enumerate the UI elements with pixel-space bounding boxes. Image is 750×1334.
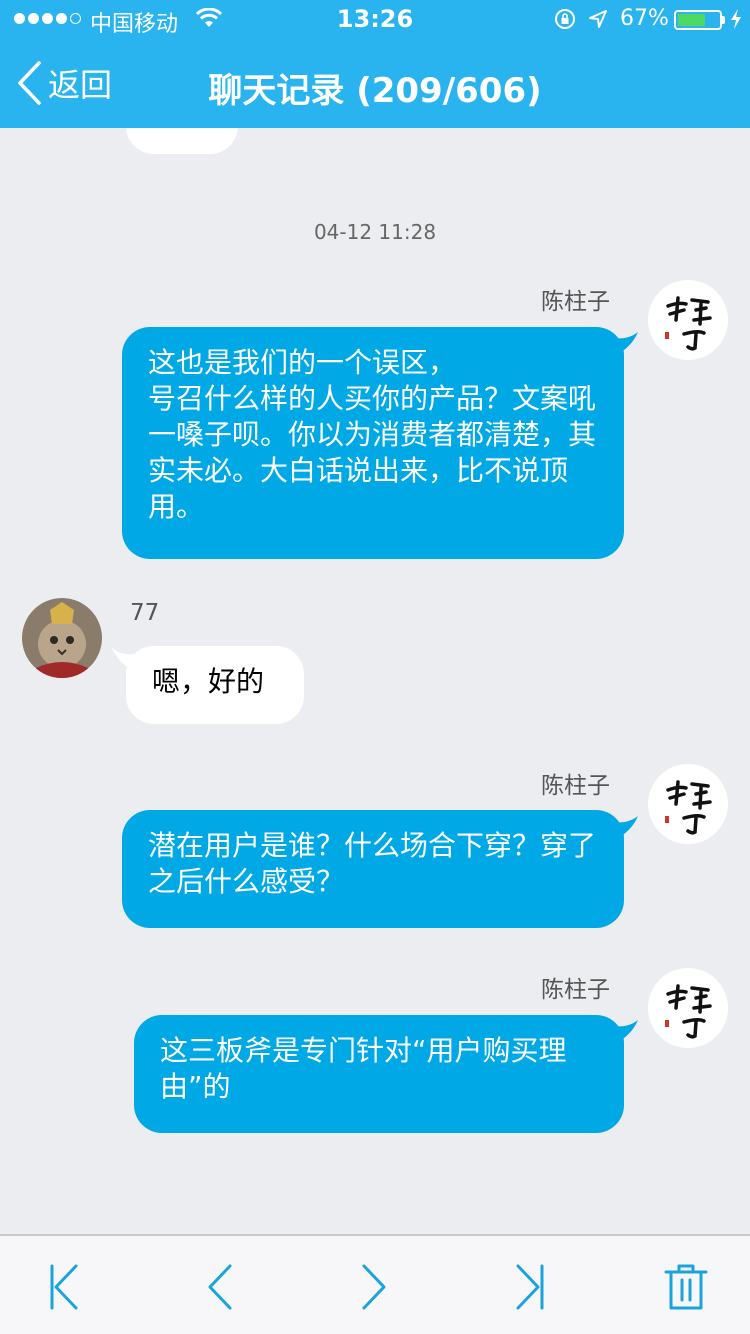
orientation-lock-icon bbox=[555, 9, 575, 29]
message-bubble[interactable]: 这三板斧是专门针对“用户购买理由”的 bbox=[134, 1015, 624, 1133]
avatar[interactable] bbox=[648, 764, 728, 844]
first-page-icon bbox=[50, 1264, 78, 1310]
previous-page-button[interactable] bbox=[196, 1262, 244, 1312]
avatar[interactable] bbox=[648, 280, 728, 360]
calligraphy-avatar-icon bbox=[648, 280, 728, 360]
trash-icon bbox=[664, 1264, 708, 1310]
sender-name: 77 bbox=[130, 600, 160, 626]
battery-percent: 67% bbox=[620, 6, 669, 31]
next-page-icon bbox=[362, 1264, 386, 1310]
sender-name: 陈柱子 bbox=[541, 289, 610, 315]
calligraphy-avatar-icon bbox=[648, 968, 728, 1048]
battery-icon bbox=[674, 10, 722, 30]
sender-name: 陈柱子 bbox=[541, 977, 610, 1003]
status-bar: 中国移动 13:26 67% bbox=[0, 0, 750, 40]
message-bubble[interactable]: 嗯，好的 bbox=[126, 646, 304, 724]
avatar[interactable] bbox=[648, 968, 728, 1048]
next-page-button[interactable] bbox=[350, 1262, 398, 1312]
page-title: 聊天记录 (209/606) bbox=[208, 71, 542, 111]
cat-warrior-avatar-icon bbox=[22, 598, 102, 678]
message-timestamp: 04-12 11:28 bbox=[313, 220, 437, 244]
calligraphy-avatar-icon bbox=[648, 764, 728, 844]
delete-button[interactable] bbox=[662, 1262, 710, 1312]
last-page-button[interactable] bbox=[506, 1262, 554, 1312]
chat-history[interactable]: 04-12 11:28 陈柱子 这也是我们的一个误区， 号召什么样的人买你的产品… bbox=[0, 128, 750, 1234]
previous-page-icon bbox=[208, 1264, 232, 1310]
message-bubble[interactable]: 潜在用户是谁？什么场合下穿？穿了之后什么感受？ bbox=[122, 810, 624, 928]
location-icon bbox=[589, 10, 607, 28]
sender-name: 陈柱子 bbox=[541, 773, 610, 799]
battery-cap bbox=[722, 16, 725, 24]
first-page-button[interactable] bbox=[40, 1262, 88, 1312]
avatar[interactable] bbox=[22, 598, 102, 678]
bottom-toolbar bbox=[0, 1234, 750, 1334]
navigation-bar: 中国移动 13:26 67% 返回 聊天记录 (209/606) bbox=[0, 0, 750, 128]
last-page-icon bbox=[516, 1264, 544, 1310]
message-bubble[interactable]: 这也是我们的一个误区， 号召什么样的人买你的产品？文案吼一嗓子呗。你以为消费者都… bbox=[122, 327, 624, 559]
charging-icon bbox=[731, 9, 741, 29]
previous-message-bubble bbox=[126, 128, 238, 154]
